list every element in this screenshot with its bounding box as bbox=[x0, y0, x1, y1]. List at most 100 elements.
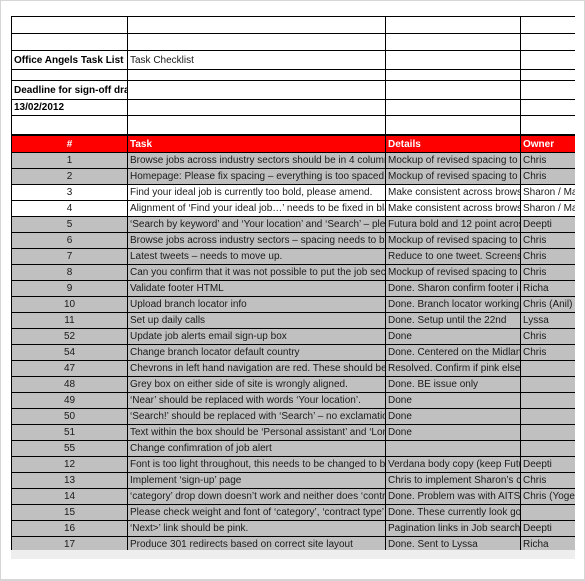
cell[interactable] bbox=[127, 99, 386, 116]
task-number-cell[interactable]: 52 bbox=[11, 328, 128, 345]
cell[interactable] bbox=[11, 33, 128, 51]
cell[interactable] bbox=[385, 69, 521, 81]
task-number-cell[interactable]: 2 bbox=[11, 168, 128, 185]
task-number-cell[interactable]: 10 bbox=[11, 296, 128, 313]
details-cell[interactable]: Make consistent across browse bbox=[385, 184, 521, 201]
task-number-cell[interactable]: 9 bbox=[11, 280, 128, 297]
cell[interactable] bbox=[385, 33, 521, 51]
cell[interactable] bbox=[520, 69, 575, 81]
details-cell[interactable]: Done. Branch locator working. bbox=[385, 296, 521, 313]
owner-cell[interactable]: Deepti bbox=[520, 520, 575, 537]
owner-cell[interactable]: Chris (Yoges bbox=[520, 488, 575, 505]
details-cell[interactable]: Done bbox=[385, 392, 521, 409]
cell[interactable] bbox=[385, 115, 521, 136]
task-number-cell[interactable]: 14 bbox=[11, 488, 128, 505]
cell[interactable] bbox=[385, 80, 521, 100]
cell[interactable] bbox=[11, 115, 128, 136]
owner-cell[interactable]: Chris bbox=[520, 344, 575, 361]
owner-cell[interactable]: Chris bbox=[520, 232, 575, 249]
task-number-cell[interactable]: 48 bbox=[11, 376, 128, 393]
details-cell[interactable]: Done. Centered on the Midlands bbox=[385, 344, 521, 361]
task-cell[interactable]: Update job alerts email sign-up box bbox=[127, 328, 386, 345]
owner-cell[interactable]: Sharon / Ma bbox=[520, 200, 575, 217]
details-cell[interactable]: Done. Sent to Lyssa bbox=[385, 536, 521, 550]
task-number-cell[interactable]: 15 bbox=[11, 504, 128, 521]
owner-cell[interactable]: Sharon / Ma bbox=[520, 184, 575, 201]
task-cell[interactable]: Font is too light throughout, this needs… bbox=[127, 456, 386, 473]
cell[interactable] bbox=[11, 16, 128, 34]
task-cell[interactable]: Homepage: Please fix spacing – everythin… bbox=[127, 168, 386, 185]
task-cell[interactable]: Implement ‘sign-up’ page bbox=[127, 472, 386, 489]
task-cell[interactable]: Upload branch locator info bbox=[127, 296, 386, 313]
details-cell[interactable]: Done. BE issue only bbox=[385, 376, 521, 393]
task-number-cell[interactable]: 3 bbox=[11, 184, 128, 201]
owner-cell[interactable]: Richa bbox=[520, 536, 575, 550]
cell[interactable] bbox=[520, 50, 575, 70]
task-number-cell[interactable]: 49 bbox=[11, 392, 128, 409]
details-cell[interactable]: Mockup of revised spacing to S bbox=[385, 232, 521, 249]
details-cell[interactable]: Done. Sharon confirm footer i bbox=[385, 280, 521, 297]
task-cell[interactable]: Produce 301 redirects based on correct s… bbox=[127, 536, 386, 550]
owner-cell[interactable]: Chris bbox=[520, 168, 575, 185]
date-cell[interactable]: 13/02/2012 bbox=[11, 99, 128, 116]
task-number-cell[interactable]: 4 bbox=[11, 200, 128, 217]
task-number-cell[interactable]: 13 bbox=[11, 472, 128, 489]
owner-cell[interactable]: Chris bbox=[520, 472, 575, 489]
cell[interactable] bbox=[385, 99, 521, 116]
cell[interactable] bbox=[127, 33, 386, 51]
task-cell[interactable]: ‘Next>’ link should be pink. bbox=[127, 520, 386, 537]
task-number-cell[interactable]: 8 bbox=[11, 264, 128, 281]
cell[interactable] bbox=[127, 69, 386, 81]
task-cell[interactable]: Find your ideal job is currently too bol… bbox=[127, 184, 386, 201]
spreadsheet-viewport[interactable]: Office Angels Task List Task Checklist D… bbox=[11, 16, 575, 550]
owner-cell[interactable] bbox=[520, 504, 575, 521]
task-number-cell[interactable]: 12 bbox=[11, 456, 128, 473]
task-cell[interactable]: Can you confirm that it was not possible… bbox=[127, 264, 386, 281]
owner-cell[interactable]: Chris (Anil) bbox=[520, 296, 575, 313]
column-header-task[interactable]: Task bbox=[127, 134, 386, 153]
task-cell[interactable]: Validate footer HTML bbox=[127, 280, 386, 297]
owner-cell[interactable] bbox=[520, 408, 575, 425]
column-header-number[interactable]: # bbox=[11, 134, 128, 153]
task-cell[interactable]: Chevrons in left hand navigation are red… bbox=[127, 360, 386, 377]
task-cell[interactable]: Grey box on either side of site is wrong… bbox=[127, 376, 386, 393]
details-cell[interactable]: Pagination links in Job search bbox=[385, 520, 521, 537]
task-cell[interactable]: Browse jobs across industry sectors – sp… bbox=[127, 232, 386, 249]
task-number-cell[interactable]: 5 bbox=[11, 216, 128, 233]
details-cell[interactable]: Reduce to one tweet. Screensh bbox=[385, 248, 521, 265]
owner-cell[interactable]: Richa bbox=[520, 280, 575, 297]
details-cell[interactable]: Mockup of revised spacing to S bbox=[385, 264, 521, 281]
task-cell[interactable]: Set up daily calls bbox=[127, 312, 386, 329]
task-number-cell[interactable]: 17 bbox=[11, 536, 128, 550]
cell[interactable] bbox=[520, 33, 575, 51]
cell[interactable] bbox=[385, 50, 521, 70]
task-number-cell[interactable]: 7 bbox=[11, 248, 128, 265]
details-cell[interactable] bbox=[385, 440, 521, 457]
task-cell[interactable]: Text within the box should be ‘Personal … bbox=[127, 424, 386, 441]
task-cell[interactable]: ‘Near’ should be replaced with words ‘Yo… bbox=[127, 392, 386, 409]
owner-cell[interactable]: Deepti bbox=[520, 456, 575, 473]
task-cell[interactable]: ‘Search!’ should be replaced with ‘Searc… bbox=[127, 408, 386, 425]
task-number-cell[interactable]: 1 bbox=[11, 152, 128, 169]
task-number-cell[interactable]: 16 bbox=[11, 520, 128, 537]
details-cell[interactable]: Done. Setup until the 22nd bbox=[385, 312, 521, 329]
owner-cell[interactable] bbox=[520, 424, 575, 441]
cell[interactable] bbox=[520, 80, 575, 100]
task-cell[interactable]: Please check weight and font of ‘categor… bbox=[127, 504, 386, 521]
horizontal-scrollbar[interactable] bbox=[11, 550, 575, 559]
sheet-title-value[interactable]: Task Checklist bbox=[127, 50, 386, 70]
owner-cell[interactable] bbox=[520, 392, 575, 409]
task-number-cell[interactable]: 47 bbox=[11, 360, 128, 377]
task-cell[interactable]: ‘Search by keyword’ and ‘Your location’ … bbox=[127, 216, 386, 233]
details-cell[interactable]: Resolved. Confirm if pink elsewhere. bbox=[385, 360, 521, 377]
owner-cell[interactable] bbox=[520, 360, 575, 377]
cell[interactable] bbox=[127, 115, 386, 136]
task-cell[interactable]: Alignment of ‘Find your ideal job…’ need… bbox=[127, 200, 386, 217]
cell[interactable] bbox=[520, 16, 575, 34]
details-cell[interactable]: Futura bold and 12 point across bbox=[385, 216, 521, 233]
task-cell[interactable]: Change branch locator default country bbox=[127, 344, 386, 361]
task-number-cell[interactable]: 51 bbox=[11, 424, 128, 441]
task-number-cell[interactable]: 50 bbox=[11, 408, 128, 425]
details-cell[interactable]: Make consistent across browse bbox=[385, 200, 521, 217]
deadline-label[interactable]: Deadline for sign-off draft SITE: 14/02/… bbox=[11, 80, 128, 100]
